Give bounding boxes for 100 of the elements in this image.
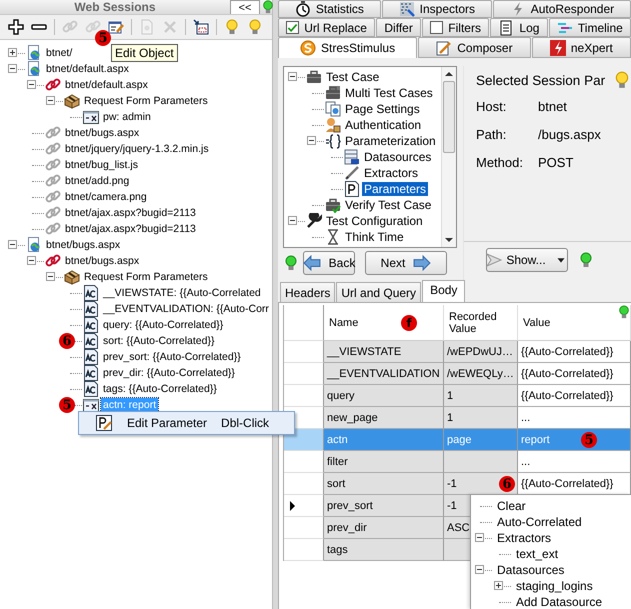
arrow-icon bbox=[486, 252, 502, 268]
scroll-up-icon[interactable] bbox=[445, 71, 453, 77]
tree-item[interactable]: Parameterization bbox=[343, 134, 438, 148]
tree-item[interactable]: __EVENTVALIDATION: {{Auto-Corr bbox=[101, 302, 271, 316]
tab[interactable]: Statistics bbox=[278, 0, 381, 18]
package-icon bbox=[64, 93, 80, 109]
tree-item[interactable]: Request Form Parameters bbox=[82, 270, 210, 284]
page-icon bbox=[139, 19, 155, 35]
tab[interactable]: Differ bbox=[376, 18, 422, 37]
tree-item[interactable]: btnet/bugs.aspx bbox=[63, 126, 142, 140]
column-header[interactable]: Name f bbox=[324, 305, 444, 341]
hourglass-icon bbox=[325, 229, 341, 245]
briefcase-icon bbox=[306, 69, 322, 85]
chain-link-icon bbox=[45, 157, 61, 173]
document-icon bbox=[83, 301, 99, 317]
tree-item[interactable]: btnet/default.aspx bbox=[63, 78, 150, 92]
tree-item[interactable]: prev_sort: {{Auto-Correlated}} bbox=[101, 350, 243, 364]
tree-item[interactable]: btnet/ajax.aspx?bugid=2113 bbox=[63, 206, 198, 220]
tree-item[interactable]: Think Time bbox=[343, 230, 406, 244]
tree-item[interactable]: prev_dir: {{Auto-Correlated}} bbox=[101, 366, 237, 380]
tree-item[interactable]: Authentication bbox=[343, 118, 424, 132]
tree-item[interactable]: Test Case bbox=[324, 70, 382, 84]
menu-item[interactable]: Datasources bbox=[495, 563, 566, 577]
row-header[interactable] bbox=[284, 495, 324, 517]
checkbox[interactable] bbox=[430, 21, 444, 34]
table-cell: page bbox=[444, 429, 518, 451]
tab[interactable]: Headers bbox=[280, 282, 336, 302]
column-header[interactable]: Value bbox=[518, 305, 631, 341]
tab[interactable]: Log bbox=[490, 18, 548, 37]
menu-item[interactable]: text_ext bbox=[514, 547, 560, 561]
tab[interactable]: neXpert bbox=[532, 37, 631, 58]
lightbulb-icon bbox=[224, 19, 240, 35]
tree-item[interactable]: Extractors bbox=[362, 166, 420, 180]
tab[interactable]: Composer bbox=[418, 37, 531, 58]
tree-item[interactable]: Parameters bbox=[362, 182, 428, 196]
toolbar-button[interactable] bbox=[191, 17, 211, 37]
table-cell: ... bbox=[518, 407, 631, 429]
expand-toggle[interactable] bbox=[494, 581, 503, 590]
menu-item[interactable]: staging_logins bbox=[514, 579, 595, 593]
expand-toggle[interactable] bbox=[288, 72, 297, 81]
tooltip: Edit Object bbox=[111, 44, 178, 62]
expand-toggle[interactable] bbox=[8, 64, 17, 73]
tree-item[interactable]: btnet/ajax.aspx?bugid=2113 bbox=[63, 222, 198, 236]
expand-toggle[interactable] bbox=[8, 240, 17, 249]
table-cell: /wEWEQLy… bbox=[444, 363, 518, 385]
scroll-down-icon[interactable] bbox=[445, 237, 453, 243]
show-button[interactable]: Show... bbox=[486, 248, 568, 272]
tree-item[interactable]: btnet/bugs.aspx bbox=[44, 238, 122, 252]
expand-toggle[interactable] bbox=[8, 48, 17, 57]
table-cell: new_page bbox=[324, 407, 444, 429]
tree-item[interactable]: Test Configuration bbox=[324, 214, 425, 228]
expand-toggle[interactable] bbox=[46, 96, 55, 105]
expand-toggle[interactable] bbox=[475, 533, 484, 542]
next-button[interactable]: Next bbox=[365, 251, 447, 275]
tab[interactable]: Timeline bbox=[548, 18, 631, 37]
tab[interactable]: Inspectors bbox=[382, 0, 492, 18]
back-button[interactable]: Back bbox=[303, 251, 355, 275]
field-value: btnet bbox=[538, 98, 567, 114]
tree-item[interactable]: pw: admin bbox=[101, 110, 153, 124]
edit-icon bbox=[108, 19, 124, 35]
tree-item[interactable]: Verify Test Case bbox=[343, 198, 434, 212]
expand-toggle[interactable] bbox=[475, 565, 484, 574]
tree-item[interactable]: btnet/camera.png bbox=[63, 190, 149, 204]
tree-item[interactable]: btnet/default.aspx bbox=[44, 62, 131, 76]
tree-item[interactable]: btnet/bug_list.js bbox=[63, 158, 140, 172]
tab[interactable]: StresStimulus bbox=[278, 37, 418, 58]
tree-item[interactable]: btnet/add.png bbox=[63, 174, 132, 188]
tree-item[interactable]: __VIEWSTATE: {{Auto-Correlated bbox=[101, 286, 263, 300]
tree-item[interactable]: tags: {{Auto-Correlated}} bbox=[101, 382, 219, 396]
checkbox[interactable] bbox=[286, 21, 300, 34]
tree-item[interactable]: btnet/jquery/jquery-1.3.2.min.js bbox=[63, 142, 211, 156]
tab[interactable]: AutoResponder bbox=[492, 0, 631, 18]
expand-toggle[interactable] bbox=[27, 256, 36, 265]
tree-item[interactable]: sort: {{Auto-Correlated}} bbox=[101, 334, 216, 348]
table-cell: /wEPDwUJ… bbox=[444, 341, 518, 363]
tab[interactable]: Filters bbox=[422, 18, 490, 37]
expand-toggle[interactable] bbox=[307, 136, 316, 145]
column-header[interactable]: Recorded Value bbox=[444, 305, 518, 341]
tree-item[interactable]: Request Form Parameters bbox=[82, 94, 210, 108]
tree-item[interactable]: Datasources bbox=[362, 150, 434, 164]
panel-title: Web Sessions bbox=[73, 0, 157, 14]
tree-item[interactable]: btnet/ bbox=[44, 46, 74, 60]
tree-item[interactable]: query: {{Auto-Correlated}} bbox=[101, 318, 226, 332]
split-view-icon bbox=[193, 19, 209, 35]
expand-toggle[interactable] bbox=[27, 80, 36, 89]
menu-item[interactable]: Add Datasource bbox=[514, 595, 604, 609]
tree-item[interactable]: Page Settings bbox=[343, 102, 422, 116]
expand-toggle[interactable] bbox=[288, 216, 297, 225]
tab[interactable]: Body bbox=[422, 280, 466, 302]
scrollbar[interactable] bbox=[441, 67, 456, 247]
tree-item[interactable]: btnet/bugs.aspx bbox=[63, 254, 142, 268]
table-cell: ... bbox=[518, 451, 631, 473]
tree-item[interactable]: Multi Test Cases bbox=[343, 86, 435, 100]
expand-toggle[interactable] bbox=[46, 272, 55, 281]
edit-parameter-icon bbox=[96, 415, 112, 431]
context-menu-item[interactable]: Edit Parameter Dbl-Click bbox=[78, 411, 295, 435]
tab[interactable]: Url Replace bbox=[278, 18, 376, 37]
toolbar-button[interactable] bbox=[6, 17, 26, 37]
collapse-button[interactable]: << bbox=[230, 0, 260, 14]
tab[interactable]: Url and Query bbox=[336, 282, 422, 302]
